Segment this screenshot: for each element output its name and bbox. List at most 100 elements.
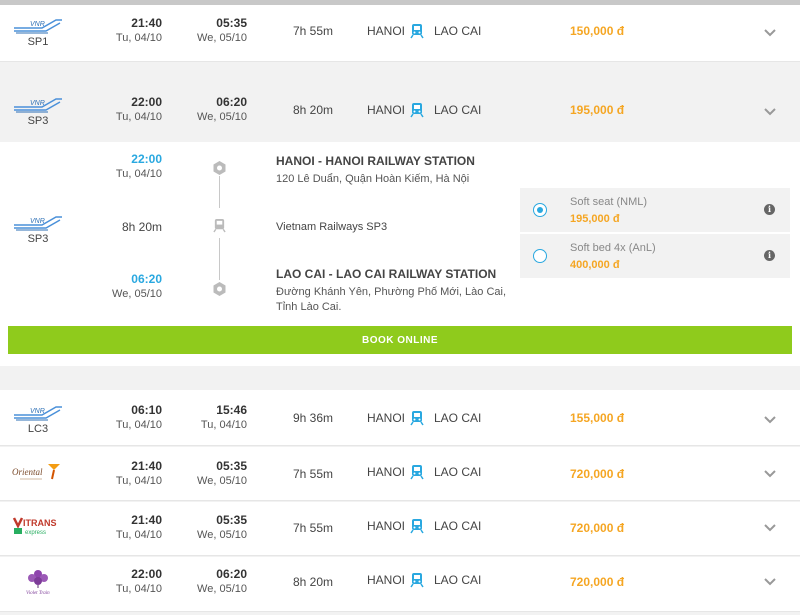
arrival: 06:20 We, 05/10 — [157, 567, 247, 597]
arrival-time: 06:20 — [216, 95, 247, 109]
origin: HANOI — [367, 24, 406, 38]
trip-detail-panel: VNR SP3 22:00 Tu, 04/10 8h 20m 06:20 We,… — [0, 142, 800, 366]
oriental-logo: Oriental — [12, 461, 68, 501]
train-icon — [410, 465, 424, 480]
price: 720,000 đ — [570, 521, 625, 535]
train-icon — [410, 519, 424, 534]
train-code: LC3 — [27, 423, 49, 435]
timeline-line — [219, 238, 220, 280]
info-icon[interactable]: i — [764, 204, 775, 215]
chevron-down-icon[interactable] — [763, 523, 777, 533]
departure-date: Tu, 04/10 — [115, 529, 162, 541]
origin-station: HANOI - HANOI RAILWAY STATION — [276, 154, 475, 168]
price: 155,000 đ — [570, 411, 625, 425]
departure-time: 21:40 — [131, 16, 162, 30]
svg-text:VNR: VNR — [30, 100, 45, 107]
arrival-date: Tu, 04/10 — [200, 419, 247, 431]
departure: 21:40 Tu, 04/10 — [72, 459, 162, 489]
fare-radio[interactable] — [533, 203, 547, 217]
arrival-date: We, 05/10 — [197, 529, 247, 541]
departure-date: Tu, 04/10 — [115, 111, 162, 123]
info-icon[interactable]: i — [764, 250, 775, 261]
duration: 8h 20m — [293, 103, 334, 117]
departure-date: Tu, 04/10 — [115, 419, 162, 431]
destination: LAO CAI — [434, 24, 482, 38]
violet-logo: Violet Train — [12, 566, 68, 606]
chevron-down-icon[interactable] — [763, 415, 777, 425]
destination: LAO CAI — [434, 465, 482, 479]
svg-text:ITRANS: ITRANS — [23, 518, 57, 528]
train-code: SP3 — [27, 115, 49, 127]
vnr-logo: VNR LC3 — [12, 401, 68, 441]
train-icon — [213, 219, 226, 233]
duration: 9h 36m — [293, 411, 334, 425]
departure-time: 06:10 — [131, 403, 162, 417]
departure-date: Tu, 04/10 — [115, 168, 162, 180]
detail-duration: 8h 20m — [92, 220, 162, 235]
train-row[interactable]: Oriental 21:40 Tu, 04/10 05:35 We, 05/10… — [0, 447, 800, 501]
duration: 8h 20m — [121, 220, 162, 234]
destination: LAO CAI — [434, 519, 482, 533]
destination-station: LAO CAI - LAO CAI RAILWAY STATION — [276, 267, 497, 281]
fare-option-soft-seat[interactable]: Soft seat (NML) 195,000 đ i — [520, 188, 790, 232]
arrival-date: We, 05/10 — [112, 288, 162, 300]
train-row[interactable]: VNR LC3 06:10 Tu, 04/10 15:46 Tu, 04/10 … — [0, 390, 800, 446]
train-row[interactable]: Violet Train 22:00 Tu, 04/10 06:20 We, 0… — [0, 557, 800, 612]
arrival-date: We, 05/10 — [197, 111, 247, 123]
svg-text:VNR: VNR — [30, 218, 45, 225]
vnr-logo: VNR SP3 — [12, 211, 68, 251]
svg-text:express: express — [25, 530, 46, 536]
arrival-time: 05:35 — [216, 459, 247, 473]
fare-option-soft-bed[interactable]: Soft bed 4x (AnL) 400,000 đ i — [520, 234, 790, 278]
vnr-logo: VNR SP1 — [12, 14, 68, 54]
train-icon — [410, 24, 424, 39]
arrival-time: 15:46 — [216, 403, 247, 417]
origin: HANOI — [367, 573, 406, 587]
arrival-time: 06:20 — [131, 272, 162, 286]
svg-text:Violet Train: Violet Train — [26, 591, 50, 596]
departure: 21:40 Tu, 04/10 — [72, 513, 162, 543]
chevron-down-icon[interactable] — [763, 107, 777, 117]
price: 150,000 đ — [570, 24, 625, 38]
origin-node-icon — [213, 161, 226, 175]
destination: LAO CAI — [434, 103, 482, 117]
arrival: 06:20 We, 05/10 — [157, 95, 247, 125]
destination-address: Đường Khánh Yên, Phường Phố Mới, Lào Cai… — [276, 286, 507, 313]
train-row-expanded[interactable]: VNR SP3 22:00 Tu, 04/10 06:20 We, 05/10 … — [0, 83, 800, 141]
chevron-down-icon[interactable] — [763, 577, 777, 587]
departure: 06:10 Tu, 04/10 — [72, 403, 162, 433]
arrival-time: 05:35 — [216, 513, 247, 527]
destination: LAO CAI — [434, 573, 482, 587]
chevron-down-icon[interactable] — [763, 28, 777, 38]
chevron-down-icon[interactable] — [763, 469, 777, 479]
detail-departure: 22:00 Tu, 04/10 — [92, 152, 162, 182]
train-row[interactable]: VNR SP1 21:40 Tu, 04/10 05:35 We, 05/10 … — [0, 5, 800, 62]
duration: 7h 55m — [293, 24, 334, 38]
train-icon — [410, 103, 424, 118]
row-spacer — [0, 63, 800, 83]
fare-price: 195,000 đ — [570, 213, 620, 225]
train-code: SP1 — [27, 36, 49, 48]
fare-price: 400,000 đ — [570, 259, 620, 271]
operator-name: Vietnam Railways SP3 — [276, 221, 388, 233]
fare-name: Soft seat (NML) — [570, 196, 648, 208]
arrival-date: We, 05/10 — [197, 32, 247, 44]
departure-time: 21:40 — [131, 513, 162, 527]
vitrans-logo: ITRANS express — [12, 516, 68, 556]
departure: 22:00 Tu, 04/10 — [72, 95, 162, 125]
detail-arrival: 06:20 We, 05/10 — [92, 272, 162, 302]
svg-text:Oriental: Oriental — [12, 467, 43, 477]
arrival: 05:35 We, 05/10 — [157, 513, 247, 543]
departure-time: 22:00 — [131, 95, 162, 109]
departure-time: 22:00 — [131, 152, 162, 166]
fare-radio[interactable] — [533, 249, 547, 263]
book-online-button[interactable]: BOOK ONLINE — [8, 326, 792, 354]
train-row[interactable]: ITRANS express 21:40 Tu, 04/10 05:35 We, … — [0, 502, 800, 556]
duration: 8h 20m — [293, 575, 334, 589]
vnr-logo: VNR SP3 — [12, 93, 68, 133]
arrival-time: 06:20 — [216, 567, 247, 581]
train-icon — [410, 573, 424, 588]
train-icon — [410, 411, 424, 426]
train-code: SP3 — [27, 233, 49, 245]
origin: HANOI — [367, 411, 406, 425]
